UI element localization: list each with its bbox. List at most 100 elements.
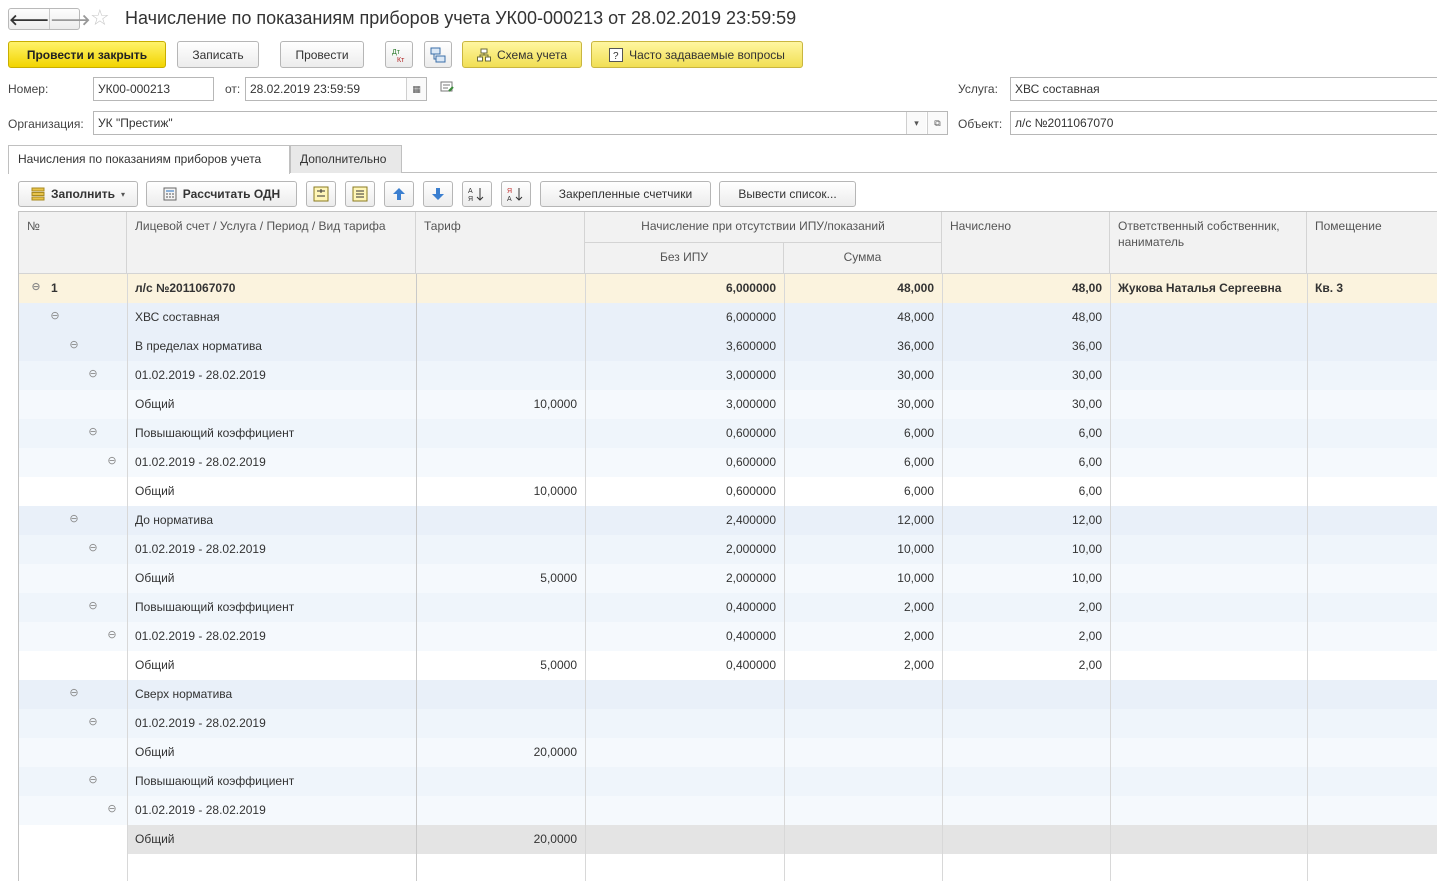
table-row[interactable]: Общий 10,0000 3,000000 30,000 30,00: [19, 390, 1437, 419]
tab-meter-charges[interactable]: Начисления по показаниям приборов учета: [8, 145, 290, 174]
row-owner: [1118, 303, 1303, 332]
row-premises: [1315, 593, 1433, 622]
table-row[interactable]: ⊖ 01.02.2019 - 28.02.2019 3,000000 30,000 30…: [19, 361, 1437, 390]
row-number: [51, 361, 111, 390]
row-sum: 10,000: [897, 571, 934, 585]
table-row[interactable]: Общий 5,0000 0,400000 2,000 2,00: [19, 651, 1437, 680]
structure-button[interactable]: [424, 41, 452, 68]
sort-ascending-button[interactable]: А Я: [462, 181, 492, 207]
row-owner: [1118, 390, 1303, 419]
row-name: л/с №2011067070: [135, 281, 236, 295]
column-header-owner[interactable]: Ответственный собственник, наниматель: [1110, 212, 1307, 274]
row-tariff: [419, 274, 577, 303]
row-tariff: [419, 593, 577, 622]
collapse-all-button[interactable]: [345, 181, 375, 207]
favorite-star-icon[interactable]: ☆: [90, 6, 110, 30]
row-charged: 6,00: [1078, 455, 1102, 469]
table-row[interactable]: ⊖ Сверх норматива: [19, 680, 1437, 709]
expand-all-button[interactable]: [306, 181, 336, 207]
row-sum: 10,000: [897, 542, 934, 556]
date-field[interactable]: 28.02.2019 23:59:59 ▦: [245, 77, 427, 101]
table-row[interactable]: Общий 20,0000: [19, 738, 1437, 767]
post-and-close-button[interactable]: Провести и закрыть: [8, 41, 166, 68]
fill-icon: [31, 187, 45, 201]
column-header-premises[interactable]: Помещение: [1307, 212, 1437, 274]
object-field[interactable]: л/с №2011067070: [1010, 111, 1437, 135]
table-row[interactable]: ⊖ 01.02.2019 - 28.02.2019 2,000000 10,000 10…: [19, 535, 1437, 564]
table-row[interactable]: ⊖ Повышающий коэффициент 0,600000 6,000 6,00: [19, 419, 1437, 448]
table-row[interactable]: ⊖ 01.02.2019 - 28.02.2019: [19, 796, 1437, 825]
row-name: До норматива: [135, 513, 214, 527]
table-row[interactable]: Общий 10,0000 0,600000 6,000 6,00: [19, 477, 1437, 506]
calendar-icon[interactable]: ▦: [406, 78, 426, 100]
row-sum: [789, 825, 934, 854]
row-premises: [1315, 796, 1433, 825]
column-header-sum[interactable]: Сумма: [784, 243, 942, 274]
dt-kt-button[interactable]: Дт Кт: [385, 41, 413, 68]
row-charged: 10,00: [1071, 571, 1102, 585]
row-no-ipu: 6,000000: [725, 281, 776, 295]
row-charged: 48,00: [1071, 281, 1102, 295]
table-row[interactable]: ⊖ ХВС составная 6,000000 48,000 48,00: [19, 303, 1437, 332]
tab-additional[interactable]: Дополнительно: [290, 145, 402, 173]
calc-odn-button[interactable]: Рассчитать ОДН: [146, 181, 297, 207]
row-charged: [947, 825, 1102, 854]
output-list-button[interactable]: Вывести список...: [719, 181, 856, 207]
accounting-scheme-label: Схема учета: [496, 47, 568, 62]
row-number: [51, 303, 111, 332]
row-charged: 2,00: [1078, 658, 1102, 672]
row-premises: [1315, 390, 1433, 419]
table-row[interactable]: Общий 5,0000 2,000000 10,000 10,00: [19, 564, 1437, 593]
row-sum: 2,000: [903, 600, 934, 614]
column-header-charged[interactable]: Начислено: [942, 212, 1110, 274]
back-arrow-icon[interactable]: 🡐: [9, 9, 49, 29]
row-name: Повышающий коэффициент: [135, 426, 295, 440]
column-header-account[interactable]: Лицевой счет / Услуга / Период / Вид тар…: [127, 212, 416, 274]
row-no-ipu: [589, 825, 776, 854]
sort-descending-button[interactable]: Я А: [501, 181, 531, 207]
fill-button[interactable]: Заполнить ▾: [18, 181, 138, 207]
pinned-meters-button[interactable]: Закрепленные счетчики: [540, 181, 711, 207]
row-no-ipu: 0,600000: [725, 455, 776, 469]
accounting-scheme-button[interactable]: Схема учета: [462, 41, 582, 68]
table-row[interactable]: ⊖ В пределах норматива 3,600000 36,000 36,00: [19, 332, 1437, 361]
table-row[interactable]: Общий 20,0000: [19, 825, 1437, 854]
table-row[interactable]: ⊖ 01.02.2019 - 28.02.2019: [19, 709, 1437, 738]
row-tariff: [419, 767, 577, 796]
open-link-icon[interactable]: ⧉: [927, 112, 947, 134]
row-premises: [1315, 651, 1433, 680]
dropdown-arrow-icon[interactable]: ▾: [906, 112, 926, 134]
table-row[interactable]: ⊖ Повышающий коэффициент: [19, 767, 1437, 796]
save-button[interactable]: Записать: [177, 41, 259, 68]
row-owner: [1118, 651, 1303, 680]
row-tariff: [419, 303, 577, 332]
collapse-toggle-icon[interactable]: ⊖: [29, 274, 43, 303]
forward-arrow-icon[interactable]: 🡒: [49, 9, 90, 29]
column-header-no[interactable]: №: [19, 212, 127, 274]
table-row[interactable]: ⊖ До норматива 2,400000 12,000 12,00: [19, 506, 1437, 535]
row-premises: [1315, 419, 1433, 448]
note-icon[interactable]: [440, 81, 456, 98]
table-row[interactable]: ⊖ 1 л/с №2011067070 6,000000 48,000 48,00 Жуко…: [19, 274, 1437, 303]
column-header-tariff[interactable]: Тариф: [416, 212, 585, 274]
post-button[interactable]: Провести: [280, 41, 364, 68]
table-row[interactable]: ⊖ 01.02.2019 - 28.02.2019 0,400000 2,000 2,0…: [19, 622, 1437, 651]
navigation-buttons: 🡐 🡒: [8, 8, 90, 30]
column-header-no-ipu[interactable]: Без ИПУ: [585, 243, 784, 274]
table-row[interactable]: ⊖ 01.02.2019 - 28.02.2019 0,600000 6,000 6,0…: [19, 448, 1437, 477]
organization-field[interactable]: УК "Престиж" ▾ ⧉: [93, 111, 948, 135]
row-name: 01.02.2019 - 28.02.2019: [135, 542, 266, 556]
row-premises: [1315, 448, 1433, 477]
service-field[interactable]: ХВС составная: [1010, 77, 1437, 101]
row-tariff: [419, 506, 577, 535]
faq-button[interactable]: ? Часто задаваемые вопросы: [591, 41, 803, 68]
row-charged: 30,00: [1071, 397, 1102, 411]
row-sum: 30,000: [897, 368, 934, 382]
move-down-button[interactable]: [423, 181, 453, 207]
row-name: Общий: [135, 832, 175, 846]
table-row[interactable]: ⊖ Повышающий коэффициент 0,400000 2,000 2,00: [19, 593, 1437, 622]
move-up-button[interactable]: [384, 181, 414, 207]
service-label: Услуга:: [958, 82, 998, 96]
row-premises: [1315, 303, 1433, 332]
number-field[interactable]: УК00-000213: [93, 77, 214, 101]
